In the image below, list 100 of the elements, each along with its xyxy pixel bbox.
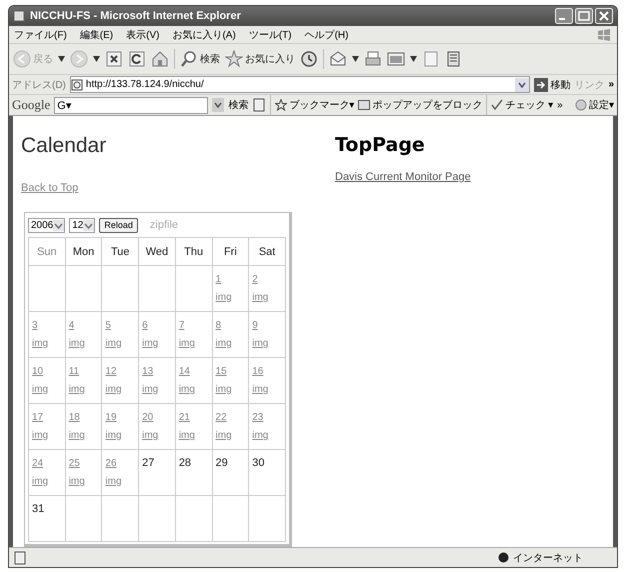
window-icon	[387, 50, 405, 68]
day-link[interactable]: 10	[32, 366, 44, 377]
img-link[interactable]: img	[216, 384, 232, 395]
img-link[interactable]: img	[32, 384, 48, 395]
menu-item[interactable]: 表示(V)	[126, 28, 160, 42]
img-link[interactable]: img	[142, 338, 158, 349]
img-link[interactable]: img	[252, 292, 268, 303]
img-link[interactable]: img	[142, 430, 158, 441]
day-link[interactable]: 20	[142, 412, 154, 423]
year-select[interactable]: 2006	[28, 218, 66, 232]
address-label: アドレス(D)	[12, 78, 66, 92]
more-button[interactable]: »	[557, 100, 563, 110]
toolbar-button[interactable]: お気に入り	[225, 50, 295, 68]
back-link[interactable]: Back to Top	[21, 182, 78, 194]
img-link[interactable]: img	[252, 430, 268, 441]
img-link[interactable]: img	[68, 384, 85, 395]
img-link[interactable]: img	[32, 476, 48, 487]
globe-icon	[498, 552, 509, 563]
day-link[interactable]: 21	[178, 412, 190, 423]
search-field[interactable]: G▾	[54, 96, 208, 114]
reload-button[interactable]: Reload	[99, 218, 138, 232]
img-link[interactable]: img	[178, 430, 195, 441]
day-link[interactable]: 18	[68, 412, 80, 423]
popup-blocker-button[interactable]: ポップアップをブロック	[358, 98, 482, 112]
day-link[interactable]: 14	[178, 366, 190, 377]
day-link[interactable]: 24	[32, 458, 44, 469]
menu-item[interactable]: お気に入り(A)	[172, 28, 236, 42]
toolbar-button[interactable]	[105, 50, 123, 68]
window-title: NICCHU-FS - Microsoft Internet Explorer	[30, 10, 242, 22]
toolbar-button[interactable]	[364, 50, 382, 68]
day-link[interactable]: 8	[216, 320, 222, 331]
img-link[interactable]: img	[216, 430, 232, 441]
month-select[interactable]: 12	[69, 218, 96, 232]
day-link[interactable]: 7	[178, 320, 184, 331]
weekday-header: Mon	[65, 238, 102, 266]
img-link[interactable]: img	[32, 430, 48, 441]
weekday-header: Wed	[138, 238, 176, 266]
img-link[interactable]: img	[105, 338, 122, 349]
day-link[interactable]: 13	[142, 366, 154, 377]
weekday-header: Thu	[175, 238, 212, 266]
day-link[interactable]: 1	[216, 274, 222, 285]
day-link[interactable]: 19	[105, 412, 117, 423]
day-link[interactable]: 17	[32, 412, 44, 423]
img-link[interactable]: img	[252, 384, 268, 395]
arrow-icon	[534, 78, 548, 92]
toolbar-button[interactable]	[300, 50, 318, 68]
minimize-icon[interactable]	[555, 8, 573, 24]
day-link[interactable]: 15	[216, 366, 227, 377]
img-link[interactable]: img	[216, 292, 232, 303]
menu-item[interactable]: 編集(E)	[80, 28, 114, 42]
monitor-page-link[interactable]: Davis Current Monitor Page	[335, 171, 471, 183]
img-link[interactable]: img	[32, 338, 48, 349]
caret-icon[interactable]	[410, 56, 417, 62]
img-link[interactable]: img	[178, 338, 195, 349]
day-link[interactable]: 9	[252, 320, 258, 331]
img-link[interactable]: img	[142, 384, 158, 395]
day-link[interactable]: 6	[142, 320, 148, 331]
day-link[interactable]: 23	[252, 412, 264, 423]
day-link[interactable]: 12	[105, 366, 117, 377]
menu-item[interactable]: ヘルプ(H)	[304, 28, 348, 42]
img-link[interactable]: img	[178, 384, 195, 395]
maximize-icon[interactable]	[575, 8, 593, 24]
day-link[interactable]: 3	[32, 320, 38, 331]
day-link[interactable]: 26	[105, 458, 117, 469]
img-link[interactable]: img	[252, 338, 268, 349]
links-label[interactable]: リンク	[574, 78, 604, 92]
settings-button[interactable]: 設定▾	[574, 98, 614, 112]
dropdown-icon[interactable]	[212, 98, 224, 112]
day-link[interactable]: 22	[216, 412, 227, 423]
go-button[interactable]: 移動	[534, 78, 570, 92]
img-link[interactable]: img	[105, 430, 122, 441]
toolbar-button[interactable]	[387, 50, 405, 68]
close-icon[interactable]	[595, 8, 613, 24]
day-link[interactable]: 16	[252, 366, 264, 377]
search-button[interactable]: 検索	[228, 98, 248, 112]
menu-item[interactable]: ファイル(F)	[14, 28, 67, 42]
address-field[interactable]: http://133.78.124.9/nicchu/	[70, 76, 530, 93]
day-link[interactable]: 5	[105, 320, 111, 331]
more-button[interactable]: »	[608, 79, 614, 90]
toolbar-button[interactable]	[128, 50, 146, 68]
menu-item[interactable]: ツール(T)	[248, 28, 292, 42]
check-button[interactable]: チェック ▾	[491, 98, 554, 112]
img-link[interactable]: img	[105, 384, 122, 395]
img-link[interactable]: img	[68, 476, 85, 487]
img-link[interactable]: img	[105, 476, 122, 487]
document-icon[interactable]	[252, 98, 266, 112]
img-link[interactable]: img	[68, 430, 85, 441]
img-link[interactable]: img	[216, 338, 232, 349]
dropdown-icon	[83, 220, 94, 230]
day-link[interactable]: 25	[68, 458, 80, 469]
zipfile-link[interactable]: zipfile	[150, 219, 178, 231]
bookmarks-button[interactable]: ブックマーク▾	[275, 98, 354, 112]
toolbar-button[interactable]: 検索	[180, 50, 220, 68]
img-link[interactable]: img	[68, 338, 85, 349]
toolbar-button[interactable]	[329, 50, 347, 68]
day-link[interactable]: 11	[68, 366, 80, 377]
dropdown-icon[interactable]	[515, 78, 530, 92]
day-link[interactable]: 2	[252, 274, 258, 285]
day-link[interactable]: 4	[68, 320, 74, 331]
caret-icon[interactable]	[352, 56, 359, 62]
